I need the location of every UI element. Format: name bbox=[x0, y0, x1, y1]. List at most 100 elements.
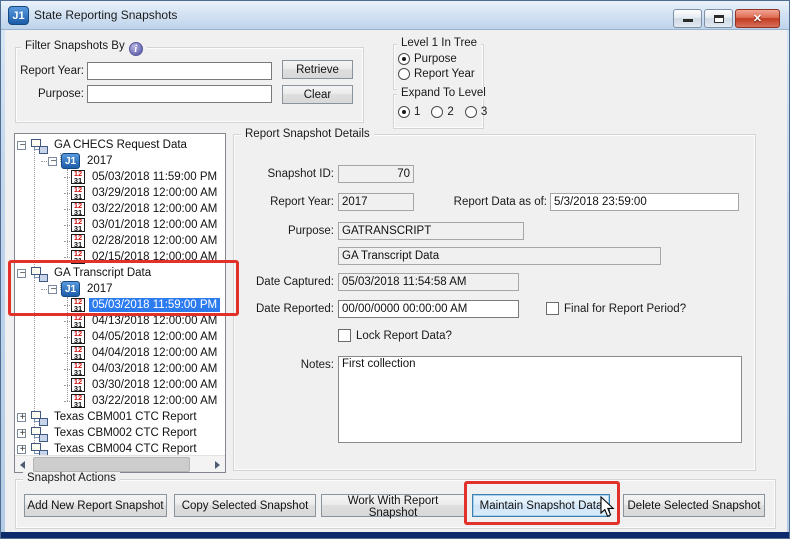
snapshot-tree[interactable]: GA CHECS Request Data 2017 05/03/2018 11… bbox=[14, 133, 226, 473]
tree-item-label[interactable]: 04/05/2018 12:00:00 AM bbox=[89, 330, 220, 344]
maximize-button[interactable] bbox=[704, 9, 733, 28]
tree-item-label[interactable]: Texas CBM004 CTC Report bbox=[51, 442, 200, 456]
tree-item[interactable]: 04/13/2018 12:00:00 AM bbox=[15, 313, 225, 329]
tree-item-icon bbox=[71, 330, 85, 344]
purpose-label: Purpose: bbox=[239, 225, 334, 237]
radio-option-label: Purpose bbox=[414, 53, 457, 65]
scrollbar-thumb[interactable] bbox=[33, 457, 190, 472]
tree-expand-toggle[interactable] bbox=[17, 429, 26, 438]
tree-item[interactable]: 03/30/2018 12:00:00 AM bbox=[15, 377, 225, 393]
tree-item-label[interactable]: GA CHECS Request Data bbox=[51, 138, 190, 152]
tree-item-label[interactable]: 05/03/2018 11:59:00 PM bbox=[89, 298, 220, 312]
tree-item[interactable]: 03/01/2018 12:00:00 AM bbox=[15, 217, 225, 233]
action-button[interactable]: Delete Selected Snapshot bbox=[623, 494, 765, 517]
tree-item[interactable]: 2017 bbox=[15, 281, 225, 297]
tree-item-label[interactable]: 04/03/2018 12:00:00 AM bbox=[89, 362, 220, 376]
tree-item[interactable]: 05/03/2018 11:59:00 PM bbox=[15, 297, 225, 313]
app-j1-icon: J1 bbox=[8, 6, 29, 25]
action-button[interactable]: Work With Report Snapshot bbox=[321, 494, 465, 517]
tree-item-label[interactable]: 02/15/2018 12:00:00 AM bbox=[89, 250, 220, 264]
minimize-button[interactable] bbox=[673, 9, 702, 28]
tree-item-label[interactable]: 03/30/2018 12:00:00 AM bbox=[89, 378, 220, 392]
tree-item[interactable]: 02/28/2018 12:00:00 AM bbox=[15, 233, 225, 249]
tree-item-label[interactable]: 2017 bbox=[84, 154, 116, 168]
date-reported-field[interactable] bbox=[338, 300, 519, 318]
tree-item-label[interactable]: Texas CBM001 CTC Report bbox=[51, 410, 200, 424]
date-reported-label: Date Reported: bbox=[239, 303, 334, 315]
tree-item[interactable]: 04/05/2018 12:00:00 AM bbox=[15, 329, 225, 345]
report-year-filter-input[interactable] bbox=[87, 62, 272, 80]
radio-icon[interactable] bbox=[465, 106, 477, 118]
info-icon[interactable]: i bbox=[129, 42, 143, 56]
action-button[interactable]: Copy Selected Snapshot bbox=[174, 494, 316, 517]
tree-connector bbox=[64, 353, 70, 354]
titlebar[interactable]: J1 State Reporting Snapshots ✕ bbox=[1, 1, 789, 30]
tree-item-icon bbox=[30, 410, 47, 425]
close-button[interactable]: ✕ bbox=[735, 9, 780, 28]
purpose-filter-input[interactable] bbox=[87, 85, 272, 103]
final-for-report-period-checkbox[interactable] bbox=[546, 302, 559, 315]
tree-item[interactable]: 02/15/2018 12:00:00 AM bbox=[15, 249, 225, 265]
action-button[interactable]: Add New Report Snapshot bbox=[24, 494, 167, 517]
radio-icon[interactable] bbox=[398, 106, 410, 118]
tree-horizontal-scrollbar[interactable] bbox=[15, 455, 225, 472]
tree-connector bbox=[64, 401, 70, 402]
tree-item-label[interactable]: 04/04/2018 12:00:00 AM bbox=[89, 346, 220, 360]
tree-item[interactable]: 05/03/2018 11:59:00 PM bbox=[15, 169, 225, 185]
tree-item[interactable]: 04/04/2018 12:00:00 AM bbox=[15, 345, 225, 361]
tree-item-label[interactable]: 03/01/2018 12:00:00 AM bbox=[89, 218, 220, 232]
tree-item[interactable]: 2017 bbox=[15, 153, 225, 169]
report-data-as-of-field bbox=[550, 193, 739, 211]
report-data-as-of-label: Report Data as of: bbox=[447, 196, 547, 208]
tree-expand-toggle[interactable] bbox=[17, 141, 26, 150]
report-year-filter-label: Report Year: bbox=[14, 65, 84, 77]
tree-item-label[interactable]: GA Transcript Data bbox=[51, 266, 154, 280]
tree-item[interactable]: GA CHECS Request Data bbox=[15, 137, 225, 153]
radio-icon[interactable] bbox=[398, 53, 410, 65]
tree-item[interactable]: 03/22/2018 12:00:00 AM bbox=[15, 393, 225, 409]
tree-connector bbox=[64, 209, 70, 210]
tree-item-label[interactable]: 03/22/2018 12:00:00 AM bbox=[89, 202, 220, 216]
radio-option[interactable]: 1 bbox=[398, 106, 420, 118]
radio-icon[interactable] bbox=[398, 68, 410, 80]
scroll-left-button[interactable] bbox=[15, 456, 32, 473]
tree-item[interactable]: 03/29/2018 12:00:00 AM bbox=[15, 185, 225, 201]
tree-item-label[interactable]: 03/22/2018 12:00:00 AM bbox=[89, 394, 220, 408]
tree-item[interactable]: 03/22/2018 12:00:00 AM bbox=[15, 201, 225, 217]
tree-item[interactable]: 04/03/2018 12:00:00 AM bbox=[15, 361, 225, 377]
tree-item[interactable]: Texas CBM001 CTC Report bbox=[15, 409, 225, 425]
radio-option[interactable]: 2 bbox=[431, 106, 453, 118]
actions-group-label: Snapshot Actions bbox=[23, 472, 120, 484]
tree-item-label[interactable]: Texas CBM002 CTC Report bbox=[51, 426, 200, 440]
tree-expand-toggle[interactable] bbox=[17, 269, 26, 278]
tree-item[interactable]: Texas CBM002 CTC Report bbox=[15, 425, 225, 441]
tree-item-label[interactable]: 02/28/2018 12:00:00 AM bbox=[89, 234, 220, 248]
action-button[interactable]: Maintain Snapshot Data bbox=[472, 494, 610, 517]
tree-item-icon bbox=[30, 426, 47, 441]
tree-item-icon bbox=[30, 138, 47, 153]
tree-expand-toggle[interactable] bbox=[17, 445, 26, 454]
tree-item-icon bbox=[61, 153, 80, 169]
radio-option[interactable]: Purpose bbox=[398, 53, 475, 65]
minimize-icon bbox=[683, 19, 693, 22]
radio-option[interactable]: 3 bbox=[465, 106, 487, 118]
tree-expand-toggle[interactable] bbox=[48, 157, 57, 166]
window-bottom-border bbox=[1, 532, 789, 538]
tree-expand-toggle[interactable] bbox=[17, 413, 26, 422]
lock-report-data-checkbox[interactable] bbox=[338, 329, 351, 342]
retrieve-button[interactable]: Retrieve bbox=[282, 60, 353, 79]
tree-connector bbox=[64, 337, 70, 338]
clear-button[interactable]: Clear bbox=[282, 85, 353, 104]
scroll-right-button[interactable] bbox=[208, 456, 225, 473]
tree-item-label[interactable]: 05/03/2018 11:59:00 PM bbox=[89, 170, 220, 184]
tree-item-label[interactable]: 2017 bbox=[84, 282, 116, 296]
tree-item[interactable]: GA Transcript Data bbox=[15, 265, 225, 281]
tree-item-icon bbox=[71, 170, 85, 184]
tree-item-label[interactable]: 04/13/2018 12:00:00 AM bbox=[89, 314, 220, 328]
tree-item-label[interactable]: 03/29/2018 12:00:00 AM bbox=[89, 186, 220, 200]
state-reporting-snapshots-window: J1 State Reporting Snapshots ✕ Filter Sn… bbox=[0, 0, 790, 539]
radio-icon[interactable] bbox=[431, 106, 443, 118]
radio-option[interactable]: Report Year bbox=[398, 68, 475, 80]
tree-expand-toggle[interactable] bbox=[48, 285, 57, 294]
notes-textarea[interactable] bbox=[338, 356, 742, 443]
